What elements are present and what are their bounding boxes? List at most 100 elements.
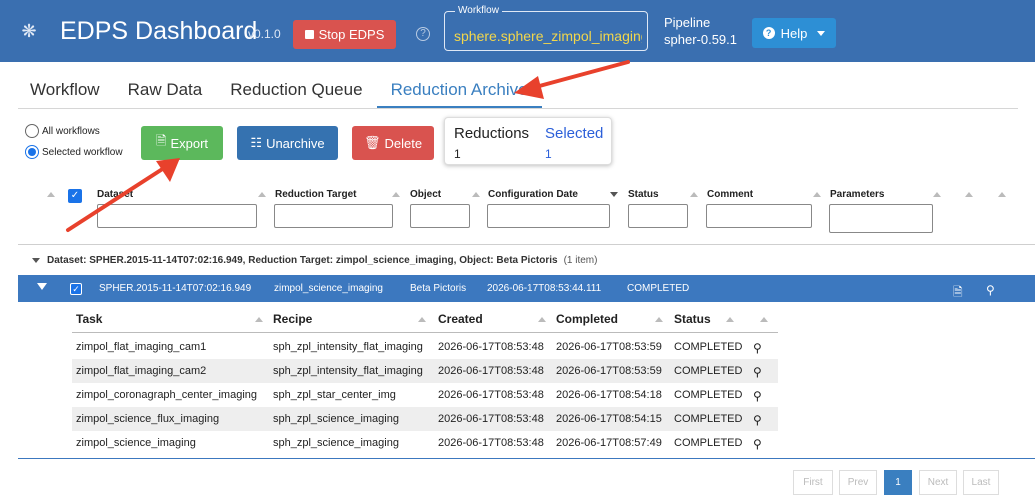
search-icon[interactable]: ⚲ bbox=[753, 437, 762, 451]
stop-edps-button[interactable]: Stop EDPS bbox=[293, 20, 396, 49]
sort-icon[interactable] bbox=[258, 192, 266, 197]
row-dataset: SPHER.2015-11-14T07:02:16.949 bbox=[99, 283, 252, 294]
completed-column-header[interactable]: Completed bbox=[556, 312, 618, 326]
table-row[interactable]: zimpol_coronagraph_center_imaging sph_zp… bbox=[72, 383, 778, 407]
table-row[interactable]: zimpol_science_flux_imaging sph_zpl_scie… bbox=[72, 407, 778, 431]
header-divider bbox=[18, 244, 1035, 245]
help-button[interactable]: ? Help bbox=[752, 18, 836, 48]
task-created: 2026-06-17T08:53:48 bbox=[438, 437, 544, 449]
app-title: EDPS Dashboard bbox=[60, 17, 258, 45]
sort-icon[interactable] bbox=[760, 317, 768, 322]
delete-button[interactable]: 🗑 Delete bbox=[352, 126, 434, 160]
sort-icon[interactable] bbox=[47, 192, 55, 197]
configuration-date-filter-input[interactable] bbox=[487, 204, 610, 228]
document-icon[interactable]: 🗎 bbox=[953, 283, 963, 304]
sort-icon[interactable] bbox=[933, 192, 941, 197]
pagination-next[interactable]: Next bbox=[919, 470, 957, 495]
table-row[interactable]: ✓ SPHER.2015-11-14T07:02:16.949 zimpol_s… bbox=[18, 275, 1035, 302]
row-checkbox[interactable]: ✓ bbox=[70, 283, 82, 295]
task-status: COMPLETED bbox=[674, 341, 743, 353]
task-created: 2026-06-17T08:53:48 bbox=[438, 365, 544, 377]
task-status: COMPLETED bbox=[674, 389, 743, 401]
sort-icon[interactable] bbox=[655, 317, 663, 322]
tab-raw-data[interactable]: Raw Data bbox=[114, 78, 217, 108]
sort-icon[interactable] bbox=[813, 192, 821, 197]
sort-icon[interactable] bbox=[418, 317, 426, 322]
search-icon[interactable]: ⚲ bbox=[753, 413, 762, 427]
pagination-prev[interactable]: Prev bbox=[839, 470, 877, 495]
search-icon[interactable]: ⚲ bbox=[753, 341, 762, 355]
task-column-header[interactable]: Task bbox=[76, 312, 102, 326]
sort-icon[interactable] bbox=[255, 317, 263, 322]
unarchive-label: Unarchive bbox=[266, 135, 325, 151]
unarchive-icon: ☷ bbox=[250, 135, 263, 150]
dataset-filter-input[interactable] bbox=[97, 204, 257, 228]
select-all-checkbox[interactable]: ✓ bbox=[68, 189, 82, 203]
radio-selected-workflow[interactable]: Selected workflow bbox=[25, 145, 123, 159]
sort-icon[interactable] bbox=[965, 192, 973, 197]
status-column-header[interactable]: Status bbox=[674, 312, 711, 326]
column-status[interactable]: Status bbox=[628, 189, 659, 200]
workflow-legend: Workflow bbox=[455, 5, 502, 16]
tab-reduction-archive[interactable]: Reduction Archive bbox=[376, 78, 542, 108]
radio-selected-workflow-label: Selected workflow bbox=[42, 146, 123, 158]
radio-all-workflows-label: All workflows bbox=[42, 125, 100, 137]
expand-caret-icon[interactable] bbox=[37, 283, 47, 290]
pagination-current[interactable]: 1 bbox=[884, 470, 912, 495]
created-column-header[interactable]: Created bbox=[438, 312, 483, 326]
search-icon[interactable]: ⚲ bbox=[753, 365, 762, 379]
export-button[interactable]: 🗎 Export bbox=[141, 126, 223, 160]
comment-filter-input[interactable] bbox=[706, 204, 812, 228]
unarchive-button[interactable]: ☷ Unarchive bbox=[237, 126, 338, 160]
sort-icon[interactable] bbox=[726, 317, 734, 322]
row-object: Beta Pictoris bbox=[410, 283, 467, 294]
pagination-first[interactable]: First bbox=[793, 470, 833, 495]
task-name: zimpol_science_flux_imaging bbox=[76, 413, 220, 425]
column-configuration-date[interactable]: Configuration Date bbox=[488, 189, 578, 200]
column-reduction-target[interactable]: Reduction Target bbox=[275, 189, 356, 200]
tab-reduction-queue[interactable]: Reduction Queue bbox=[216, 78, 376, 108]
sort-icon[interactable] bbox=[472, 192, 480, 197]
chevron-down-icon[interactable] bbox=[32, 257, 40, 263]
row-target: zimpol_science_imaging bbox=[274, 283, 383, 294]
column-dataset[interactable]: Dataset bbox=[97, 189, 133, 200]
row-date: 2026-06-17T08:53:44.111 bbox=[487, 283, 602, 294]
status-filter-input[interactable] bbox=[628, 204, 688, 228]
column-object[interactable]: Object bbox=[410, 189, 441, 200]
pagination-last[interactable]: Last bbox=[963, 470, 999, 495]
sort-icon[interactable] bbox=[690, 192, 698, 197]
search-icon[interactable]: ⚲ bbox=[753, 389, 762, 403]
table-row[interactable]: zimpol_science_imaging sph_zpl_science_i… bbox=[72, 431, 778, 455]
task-recipe: sph_zpl_science_imaging bbox=[273, 437, 399, 449]
sort-icon[interactable] bbox=[392, 192, 400, 197]
column-comment[interactable]: Comment bbox=[707, 189, 753, 200]
recipe-column-header[interactable]: Recipe bbox=[273, 312, 312, 326]
parameters-filter-input[interactable] bbox=[829, 204, 933, 233]
sort-icon[interactable] bbox=[998, 192, 1006, 197]
sort-icon[interactable] bbox=[538, 317, 546, 322]
radio-all-workflows[interactable]: All workflows bbox=[25, 124, 100, 138]
chevron-down-icon bbox=[817, 30, 826, 36]
reduction-target-filter-input[interactable] bbox=[274, 204, 393, 228]
radio-circle-checked[interactable] bbox=[25, 145, 39, 159]
workflow-selector[interactable]: Workflow sphere.sphere_zimpol_imaging bbox=[444, 5, 648, 51]
column-parameters[interactable]: Parameters bbox=[830, 189, 884, 200]
pipeline-value: spher-0.59.1 bbox=[664, 32, 737, 47]
dataset-group-row[interactable]: Dataset: SPHER.2015-11-14T07:02:16.949, … bbox=[18, 250, 1035, 270]
task-status: COMPLETED bbox=[674, 365, 743, 377]
sort-desc-icon[interactable] bbox=[610, 192, 618, 197]
radio-circle[interactable] bbox=[25, 124, 39, 138]
reductions-label: Reductions bbox=[454, 125, 530, 142]
tab-workflow[interactable]: Workflow bbox=[18, 78, 114, 108]
question-icon[interactable]: ? bbox=[416, 27, 430, 41]
task-created: 2026-06-17T08:53:48 bbox=[438, 341, 544, 353]
task-recipe: sph_zpl_star_center_img bbox=[273, 389, 396, 401]
task-recipe: sph_zpl_intensity_flat_imaging bbox=[273, 341, 423, 353]
help-label: Help bbox=[780, 25, 808, 41]
task-header-divider bbox=[72, 332, 778, 333]
object-filter-input[interactable] bbox=[410, 204, 470, 228]
table-row[interactable]: zimpol_flat_imaging_cam2 sph_zpl_intensi… bbox=[72, 359, 778, 383]
search-icon[interactable]: ⚲ bbox=[986, 283, 995, 297]
table-bottom-divider bbox=[18, 458, 1035, 459]
table-row[interactable]: zimpol_flat_imaging_cam1 sph_zpl_intensi… bbox=[72, 335, 778, 359]
